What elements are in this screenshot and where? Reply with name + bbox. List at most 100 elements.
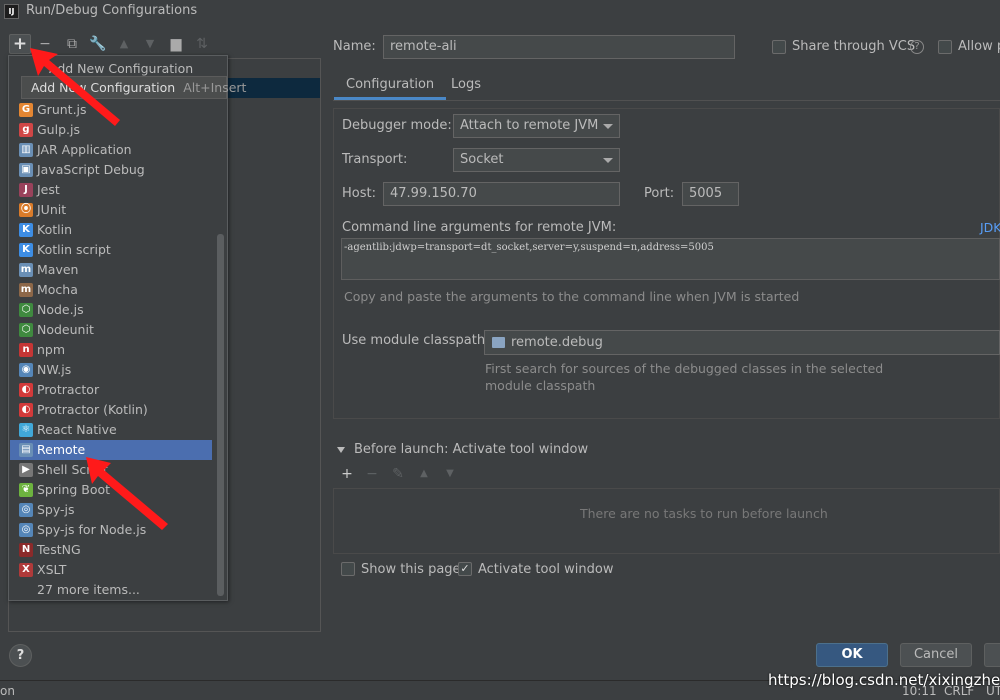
shell-script-icon: ▶ <box>19 463 33 477</box>
popup-scrollbar[interactable] <box>217 234 224 596</box>
dropdown-item-label: Spring Boot <box>37 482 111 497</box>
debugger-mode-select[interactable]: Attach to remote JVM <box>453 114 620 138</box>
help-button[interactable]: ? <box>9 644 32 667</box>
tab-logs[interactable]: Logs <box>439 70 493 100</box>
tooltip-shortcut: Alt+Insert <box>183 80 247 95</box>
dropdown-item-label: XSLT <box>37 562 67 577</box>
maven-icon: m <box>19 263 33 277</box>
move-up-icon[interactable]: ▲ <box>114 34 134 54</box>
dropdown-item[interactable]: g Gulp.js <box>10 120 212 140</box>
remove-task-icon[interactable]: − <box>364 466 380 482</box>
dropdown-item[interactable]: ⬡ Nodeunit <box>10 320 212 340</box>
edit-task-icon[interactable]: ✎ <box>390 466 406 482</box>
before-launch-title[interactable]: Before launch: Activate tool window <box>354 442 588 457</box>
status-left-text: on <box>0 684 15 698</box>
tooltip-text: Add New Configuration <box>31 80 176 95</box>
nwjs-icon: ◉ <box>19 363 33 377</box>
add-configuration-popup: Add New Configuration G Grunt.js g Gulp.js ▥… <box>8 55 228 601</box>
dropdown-item-label: Protractor (Kotlin) <box>37 402 148 417</box>
dropdown-item[interactable]: ◐ Protractor (Kotlin) <box>10 400 212 420</box>
dropdown-item[interactable]: m Mocha <box>10 280 212 300</box>
remove-icon[interactable]: − <box>35 34 55 54</box>
spyjs-node-icon: ◎ <box>19 523 33 537</box>
apply-button[interactable] <box>984 643 1000 667</box>
allow-parallel-label: Allow p <box>958 39 1000 54</box>
jdk-link[interactable]: JDK <box>980 220 1000 235</box>
dropdown-item[interactable]: ▣ JavaScript Debug <box>10 160 212 180</box>
dropdown-item[interactable]: ⬡ Node.js <box>10 300 212 320</box>
dropdown-item-label: npm <box>37 342 66 357</box>
sort-icon[interactable]: ⇅ <box>192 34 212 54</box>
transport-label: Transport: <box>342 152 408 167</box>
dropdown-item-label: React Native <box>37 422 117 437</box>
allow-parallel-checkbox[interactable] <box>938 40 952 54</box>
dropdown-item[interactable]: J Jest <box>10 180 212 200</box>
dropdown-item[interactable]: ❦ Spring Boot <box>10 480 212 500</box>
junit-icon: ⦿ <box>19 203 33 217</box>
dropdown-item-label: Protractor <box>37 382 100 397</box>
dropdown-item[interactable]: ◎ Spy-js for Node.js <box>10 520 212 540</box>
dropdown-item[interactable]: ▶ Shell Script <box>10 460 212 480</box>
wrench-icon[interactable]: 🔧 <box>88 34 108 54</box>
dropdown-item[interactable]: ◐ Protractor <box>10 380 212 400</box>
cmd-args-textarea[interactable]: -agentlib:jdwp=transport=dt_socket,serve… <box>341 238 1000 280</box>
dropdown-item[interactable]: N TestNG <box>10 540 212 560</box>
dropdown-item[interactable]: ▥ JAR Application <box>10 140 212 160</box>
nodeunit-icon: ⬡ <box>19 323 33 337</box>
js-debug-icon: ▣ <box>19 163 33 177</box>
move-task-down-icon[interactable]: ▼ <box>442 466 458 482</box>
xslt-icon: X <box>19 563 33 577</box>
move-task-up-icon[interactable]: ▲ <box>416 466 432 482</box>
help-circle-icon[interactable]: ? <box>910 40 924 54</box>
classpath-select[interactable]: remote.debug <box>484 330 1000 355</box>
dropdown-item[interactable]: ⦿ JUnit <box>10 200 212 220</box>
dropdown-item[interactable]: m Maven <box>10 260 212 280</box>
dropdown-item-label: Nodeunit <box>37 322 94 337</box>
dropdown-item[interactable]: ◉ NW.js <box>10 360 212 380</box>
dropdown-item-label: Grunt.js <box>37 102 87 117</box>
dropdown-item-label: Jest <box>37 182 60 197</box>
new-folder-icon[interactable]: ▆ <box>166 34 186 54</box>
add-task-icon[interactable]: + <box>339 466 355 482</box>
title-bar: IJ Run/Debug Configurations <box>0 0 1000 24</box>
classpath-hint-2: module classpath <box>485 378 596 393</box>
dropdown-item[interactable]: X XSLT <box>10 560 212 580</box>
dropdown-item-label: NW.js <box>37 362 72 377</box>
dropdown-item[interactable]: ⚛ React Native <box>10 420 212 440</box>
add-tooltip: Add New Configuration Alt+Insert <box>21 76 246 99</box>
before-launch-tasks-list <box>333 488 1000 554</box>
activate-tool-window-checkbox[interactable]: ✓ <box>458 562 472 576</box>
dropdown-item[interactable]: ▤ Remote <box>10 440 212 460</box>
dropdown-item-label: Shell Script <box>37 462 108 477</box>
name-input[interactable]: remote-ali <box>383 35 735 59</box>
kotlin-icon: K <box>19 223 33 237</box>
dropdown-item[interactable]: K Kotlin <box>10 220 212 240</box>
tabs-divider <box>333 100 1000 101</box>
testng-icon: N <box>19 543 33 557</box>
dropdown-item[interactable]: n npm <box>10 340 212 360</box>
ok-button[interactable]: OK <box>816 643 888 667</box>
tab-configuration[interactable]: Configuration <box>334 70 447 100</box>
dropdown-item-label: Gulp.js <box>37 122 80 137</box>
share-vcs-checkbox[interactable] <box>772 40 786 54</box>
chevron-down-icon <box>603 158 613 163</box>
dropdown-item-label: Maven <box>37 262 79 277</box>
port-input[interactable]: 5005 <box>682 182 739 206</box>
host-input[interactable]: 47.99.150.70 <box>383 182 620 206</box>
host-label: Host: <box>342 186 376 201</box>
add-icon[interactable]: + <box>9 34 31 54</box>
move-down-icon[interactable]: ▼ <box>140 34 160 54</box>
collapse-triangle-icon[interactable] <box>337 447 345 453</box>
dropdown-item-label: Node.js <box>37 302 84 317</box>
copy-icon[interactable]: ⧉ <box>62 34 82 54</box>
dropdown-item[interactable]: K Kotlin script <box>10 240 212 260</box>
dropdown-item[interactable]: ◎ Spy-js <box>10 500 212 520</box>
dropdown-item[interactable]: 27 more items... <box>10 580 212 600</box>
dropdown-item[interactable]: G Grunt.js <box>10 100 212 120</box>
show-page-checkbox[interactable] <box>341 562 355 576</box>
cancel-button[interactable]: Cancel <box>900 643 972 667</box>
dropdown-item-label: TestNG <box>37 542 81 557</box>
remote-icon: ▤ <box>19 443 33 457</box>
transport-select[interactable]: Socket <box>453 148 620 172</box>
chevron-down-icon <box>603 124 613 129</box>
